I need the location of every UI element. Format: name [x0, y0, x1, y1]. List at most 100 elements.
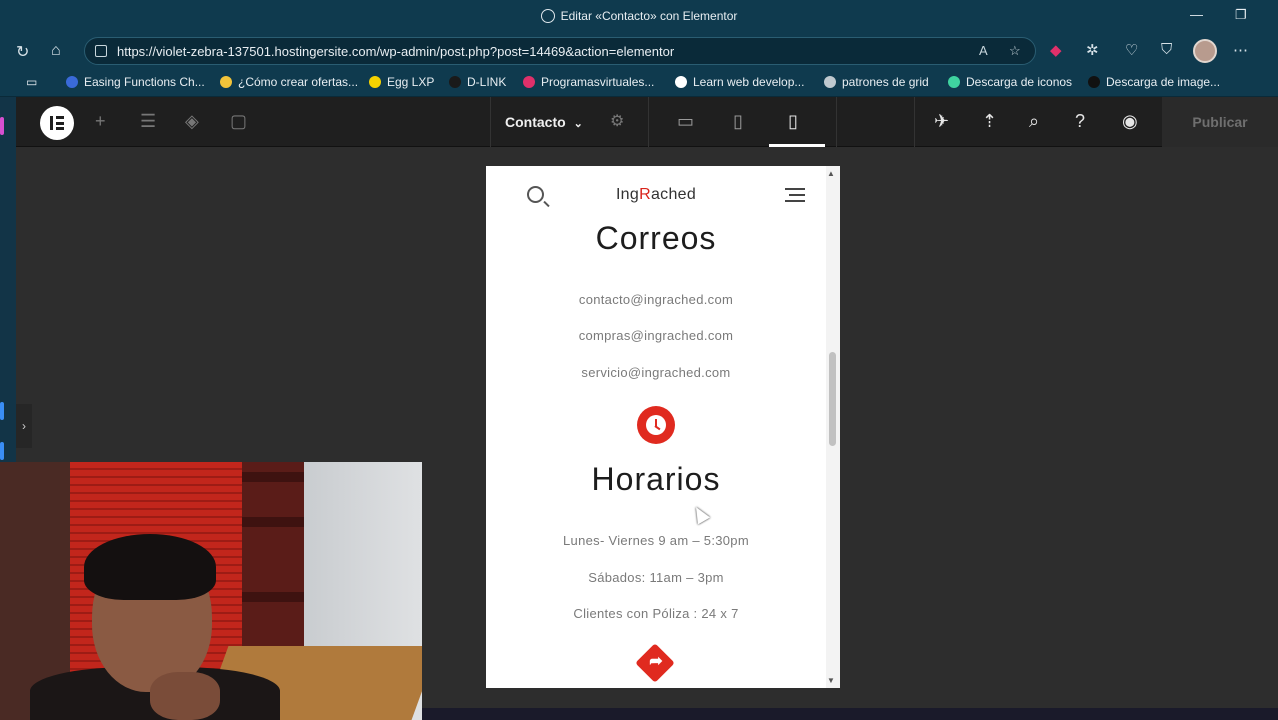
divider [914, 97, 915, 147]
site-settings-icon[interactable]: ☰ [140, 111, 156, 132]
bookmark-label: D-LINK [467, 75, 507, 89]
whats-new-rocket-icon[interactable]: ⇡ [982, 111, 997, 132]
panel-expand-handle[interactable]: › [16, 404, 32, 448]
favorite-star-icon[interactable]: ☆ [1009, 43, 1021, 59]
bookmark-favicon [1088, 76, 1100, 88]
sidebar-pip[interactable] [0, 442, 4, 460]
bookmark-favicon [824, 76, 836, 88]
window-title: Editar «Contacto» con Elementor [0, 9, 1278, 23]
bookmark-favicon [948, 76, 960, 88]
bookmark-item[interactable]: Learn web develop... [675, 75, 804, 89]
divider [648, 97, 649, 147]
desktop-view-icon[interactable]: ▭ [677, 111, 694, 132]
bookmark-favicon [449, 76, 461, 88]
mobile-view-icon[interactable]: ▯ [788, 111, 798, 132]
extension-shield-icon[interactable]: ◆ [1050, 41, 1062, 59]
bookmark-item[interactable]: Descarga de iconos [948, 75, 1072, 89]
elementor-logo-icon[interactable] [40, 106, 74, 140]
bookmark-label: Descarga de image... [1106, 75, 1221, 89]
bookmark-item[interactable]: Programasvirtuales... [523, 75, 654, 89]
logo-text: ached [650, 186, 697, 203]
tablet-view-icon[interactable]: ▯ [733, 111, 743, 132]
divider [490, 97, 491, 147]
bookmark-label: Programasvirtuales... [541, 75, 655, 89]
bookmark-item[interactable]: ¿Cómo crear ofertas... [220, 75, 358, 89]
emails-heading: Correos [595, 220, 717, 256]
restore-button[interactable]: ❐ [1235, 7, 1247, 23]
mobile-preview-canvas[interactable]: IngRached Correos contacto@ingrached.com… [486, 166, 840, 688]
hours-line: Lunes- Viernes 9 am – 5:30pm [563, 533, 749, 548]
hours-line: Clientes con Póliza : 24 x 7 [573, 606, 739, 621]
preview-eye-icon[interactable]: ◉ [1122, 111, 1138, 132]
bookmark-label: Easing Functions Ch... [84, 75, 205, 89]
browser-shield-icon[interactable]: ⛉ [1161, 41, 1172, 58]
bookmarks-bar: ▭ Easing Functions Ch... ¿Cómo crear ofe… [0, 69, 1278, 97]
divider [836, 97, 837, 147]
home-icon[interactable]: ⌂ [51, 42, 61, 60]
globe-icon [540, 9, 555, 23]
sidebar-pip[interactable] [0, 117, 4, 135]
hours-line: Sábados: 11am – 3pm [588, 570, 724, 585]
bookmark-label: Egg LXP [387, 75, 435, 89]
window-title-text: Editar «Contacto» con Elementor [560, 9, 738, 23]
health-heart-icon[interactable]: ♡ [1125, 41, 1138, 59]
directions-arrow-icon: ➦ [649, 653, 663, 670]
address-bar[interactable]: https://violet-zebra-137501.hostingersit… [84, 37, 1036, 65]
bookmark-item[interactable]: patrones de grid [824, 75, 929, 89]
document-title[interactable]: Contacto ⌄ [505, 114, 583, 130]
browser-toolbar: ↻ ⌂ https://violet-zebra-137501.hostinge… [0, 33, 1278, 69]
bookmarks-toggle-icon[interactable]: ▭ [26, 75, 37, 89]
bookmark-favicon [523, 76, 535, 88]
site-logo[interactable]: IngRached [486, 186, 826, 204]
publish-button[interactable]: Publicar [1162, 97, 1278, 147]
bookmark-favicon [220, 76, 232, 88]
chevron-down-icon[interactable]: ⌄ [574, 118, 583, 130]
bookmark-label: Descarga de iconos [966, 75, 1073, 89]
bookmark-label: ¿Cómo crear ofertas... [238, 75, 359, 89]
scroll-down-icon[interactable]: ▼ [827, 676, 835, 685]
search-icon[interactable]: ⌕ [1029, 111, 1039, 132]
launch-rocket-icon[interactable]: ✈ [934, 111, 949, 132]
more-menu-icon[interactable]: ⋯ [1233, 41, 1248, 59]
logo-text: Ing [615, 186, 640, 203]
bookmark-item[interactable]: D-LINK [449, 75, 506, 89]
bookmark-item[interactable]: Descarga de image... [1088, 75, 1220, 89]
bookmark-favicon [675, 76, 687, 88]
url-text[interactable]: https://violet-zebra-137501.hostingersit… [117, 44, 674, 59]
webcam-person-hand [150, 672, 220, 720]
refresh-icon[interactable]: ↻ [16, 42, 29, 62]
hamburger-menu-icon[interactable] [785, 188, 805, 202]
browser-title-bar: Editar «Contacto» con Elementor — ❐ [0, 0, 1278, 33]
scroll-up-icon[interactable]: ▲ [827, 169, 835, 178]
logo-text-accent: R [639, 186, 651, 203]
site-header: IngRached [486, 166, 826, 224]
read-aloud-icon[interactable]: A [979, 43, 988, 58]
bookmark-label: patrones de grid [842, 75, 929, 89]
email-line[interactable]: compras@ingrached.com [486, 328, 826, 343]
email-line[interactable]: contacto@ingrached.com [486, 292, 826, 307]
extensions-icon[interactable]: ✲ [1086, 41, 1099, 59]
document-title-text: Contacto [505, 114, 566, 130]
bookmark-item[interactable]: Easing Functions Ch... [66, 75, 205, 89]
clock-icon [637, 406, 675, 444]
active-device-indicator [769, 144, 825, 147]
scrollbar-thumb[interactable] [829, 352, 836, 446]
add-element-icon[interactable]: + [95, 111, 106, 132]
help-icon[interactable]: ? [1075, 111, 1085, 132]
bookmark-favicon [66, 76, 78, 88]
site-info-icon[interactable] [95, 45, 107, 57]
bookmark-favicon [369, 76, 381, 88]
elementor-topbar: + ☰ ◈ ▢ Contacto ⌄ ⚙ ▭ ▯ ▯ ✈ ⇡ ⌕ ? ◉ Pub… [16, 97, 1278, 147]
page-settings-gear-icon[interactable]: ⚙ [610, 111, 624, 131]
webcam-overlay [0, 462, 422, 720]
bookmark-label: Learn web develop... [693, 75, 805, 89]
profile-avatar[interactable] [1193, 39, 1217, 63]
hours-heading: Horarios [591, 461, 721, 497]
os-taskbar [422, 708, 1278, 720]
sidebar-pip[interactable] [0, 402, 4, 420]
minimize-button[interactable]: — [1190, 7, 1203, 22]
email-line[interactable]: servicio@ingrached.com [486, 365, 826, 380]
bookmark-item[interactable]: Egg LXP [369, 75, 434, 89]
comments-icon[interactable]: ▢ [230, 111, 247, 132]
structure-layers-icon[interactable]: ◈ [185, 111, 199, 132]
